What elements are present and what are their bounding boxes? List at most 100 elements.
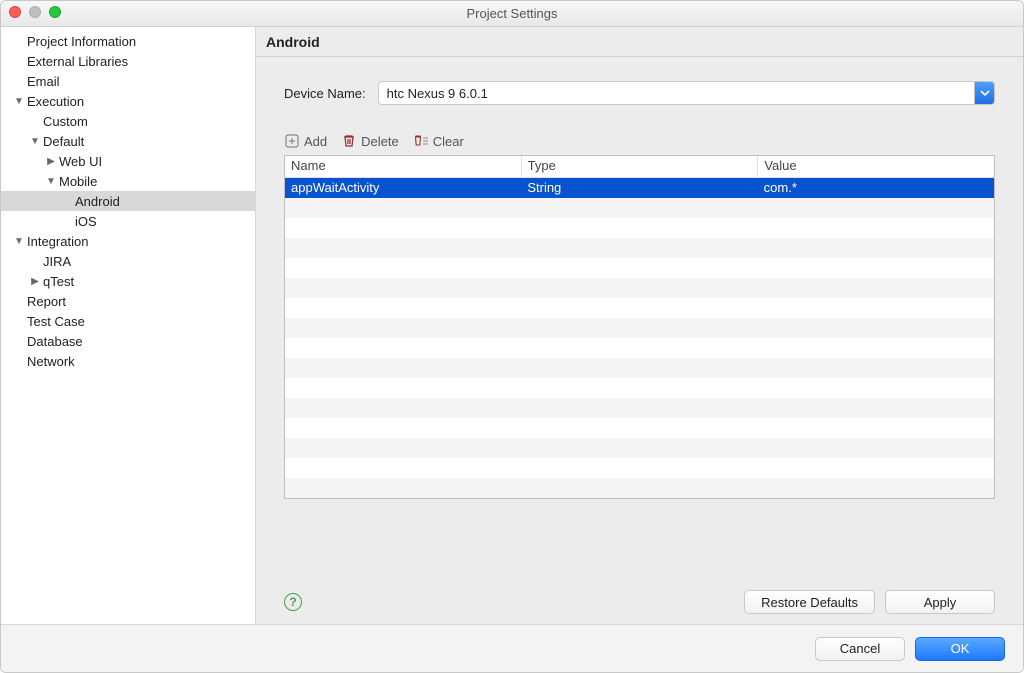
- cell-type: String: [521, 178, 757, 198]
- sidebar-item-android[interactable]: Android: [1, 191, 255, 211]
- titlebar: Project Settings: [1, 1, 1023, 27]
- sidebar-item-label: JIRA: [43, 254, 71, 269]
- chevron-down-icon[interactable]: ▼: [45, 176, 57, 187]
- table-row[interactable]: [285, 318, 994, 338]
- page-title: Android: [256, 27, 1023, 57]
- cell-name: appWaitActivity: [285, 178, 521, 198]
- settings-tree[interactable]: Project Information External Libraries Ema…: [1, 31, 255, 371]
- sidebar-item-external-libraries[interactable]: External Libraries: [1, 51, 255, 71]
- table-row[interactable]: [285, 198, 994, 218]
- zoom-window-icon[interactable]: [49, 6, 61, 18]
- window-title: Project Settings: [1, 6, 1023, 21]
- chevron-down-icon[interactable]: ▼: [13, 96, 25, 107]
- minimize-window-icon[interactable]: [29, 6, 41, 18]
- close-window-icon[interactable]: [9, 6, 21, 18]
- add-button[interactable]: Add: [284, 133, 327, 149]
- dialog-footer: Cancel OK: [1, 624, 1023, 672]
- content-split: Project Information External Libraries Ema…: [1, 27, 1023, 624]
- table-row[interactable]: [285, 418, 994, 438]
- sidebar-item-label: Test Case: [27, 314, 85, 329]
- capabilities-table: Name Type Value appWaitActivityStringcom…: [284, 155, 995, 499]
- device-name-combo[interactable]: htc Nexus 9 6.0.1: [378, 81, 995, 105]
- sidebar-item-integration[interactable]: ▼Integration: [1, 231, 255, 251]
- delete-label: Delete: [361, 134, 399, 149]
- sidebar-item-label: Android: [75, 194, 120, 209]
- cancel-button[interactable]: Cancel: [815, 637, 905, 661]
- col-type[interactable]: Type: [522, 156, 759, 177]
- apply-button[interactable]: Apply: [885, 590, 995, 614]
- sidebar-item-label: Database: [27, 334, 83, 349]
- table-row[interactable]: [285, 298, 994, 318]
- clear-label: Clear: [433, 134, 464, 149]
- sidebar-item-email[interactable]: Email: [1, 71, 255, 91]
- col-name[interactable]: Name: [285, 156, 522, 177]
- add-label: Add: [304, 134, 327, 149]
- sidebar-item-label: qTest: [43, 274, 74, 289]
- window-controls: [9, 6, 61, 18]
- sidebar-item-label: Network: [27, 354, 75, 369]
- sidebar-item-default[interactable]: ▼Default: [1, 131, 255, 151]
- sidebar-item-report[interactable]: Report: [1, 291, 255, 311]
- device-name-label: Device Name:: [284, 86, 366, 101]
- chevron-down-icon[interactable]: ▼: [29, 136, 41, 147]
- table-toolbar: Add Delete Clear: [284, 133, 995, 149]
- sidebar-item-label: Project Information: [27, 34, 136, 49]
- sidebar-item-label: Execution: [27, 94, 84, 109]
- table-row[interactable]: appWaitActivityStringcom.*: [285, 178, 994, 198]
- chevron-right-icon[interactable]: ▶: [29, 276, 41, 287]
- table-row[interactable]: [285, 478, 994, 498]
- sidebar-item-label: iOS: [75, 214, 97, 229]
- page-actions: ? Restore Defaults Apply: [284, 576, 995, 614]
- sidebar-item-qtest[interactable]: ▶qTest: [1, 271, 255, 291]
- table-header: Name Type Value: [285, 156, 994, 178]
- settings-main: Android Device Name: htc Nexus 9 6.0.1: [256, 27, 1023, 624]
- trash-list-icon: [413, 133, 429, 149]
- sidebar-item-label: Email: [27, 74, 60, 89]
- sidebar-item-ios[interactable]: iOS: [1, 211, 255, 231]
- table-row[interactable]: [285, 398, 994, 418]
- table-row[interactable]: [285, 238, 994, 258]
- table-row[interactable]: [285, 438, 994, 458]
- sidebar-item-database[interactable]: Database: [1, 331, 255, 351]
- delete-button[interactable]: Delete: [341, 133, 399, 149]
- sidebar-item-web-ui[interactable]: ▶Web UI: [1, 151, 255, 171]
- page-body: Device Name: htc Nexus 9 6.0.1 Add: [256, 57, 1023, 624]
- sidebar-item-label: Report: [27, 294, 66, 309]
- sidebar-item-test-case[interactable]: Test Case: [1, 311, 255, 331]
- chevron-down-icon[interactable]: [974, 82, 994, 104]
- sidebar-item-jira[interactable]: JIRA: [1, 251, 255, 271]
- table-row[interactable]: [285, 218, 994, 238]
- ok-button[interactable]: OK: [915, 637, 1005, 661]
- device-name-row: Device Name: htc Nexus 9 6.0.1: [284, 81, 995, 105]
- cell-value: com.*: [758, 178, 994, 198]
- sidebar-item-label: Integration: [27, 234, 88, 249]
- chevron-right-icon[interactable]: ▶: [45, 156, 57, 167]
- table-row[interactable]: [285, 378, 994, 398]
- clear-button[interactable]: Clear: [413, 133, 464, 149]
- restore-defaults-button[interactable]: Restore Defaults: [744, 590, 875, 614]
- table-body[interactable]: appWaitActivityStringcom.*: [285, 178, 994, 498]
- table-row[interactable]: [285, 338, 994, 358]
- sidebar-item-label: External Libraries: [27, 54, 128, 69]
- table-row[interactable]: [285, 258, 994, 278]
- table-row[interactable]: [285, 458, 994, 478]
- sidebar-item-label: Mobile: [59, 174, 97, 189]
- col-value[interactable]: Value: [758, 156, 994, 177]
- help-icon[interactable]: ?: [284, 593, 302, 611]
- sidebar-item-label: Default: [43, 134, 84, 149]
- sidebar-item-network[interactable]: Network: [1, 351, 255, 371]
- sidebar-item-label: Web UI: [59, 154, 102, 169]
- settings-sidebar: Project Information External Libraries Ema…: [1, 27, 256, 624]
- sidebar-item-mobile[interactable]: ▼Mobile: [1, 171, 255, 191]
- plus-icon: [284, 133, 300, 149]
- device-name-value: htc Nexus 9 6.0.1: [379, 86, 974, 101]
- sidebar-item-project-information[interactable]: Project Information: [1, 31, 255, 51]
- table-row[interactable]: [285, 358, 994, 378]
- chevron-down-icon[interactable]: ▼: [13, 236, 25, 247]
- trash-icon: [341, 133, 357, 149]
- sidebar-item-execution[interactable]: ▼Execution: [1, 91, 255, 111]
- sidebar-item-custom[interactable]: Custom: [1, 111, 255, 131]
- sidebar-item-label: Custom: [43, 114, 88, 129]
- table-row[interactable]: [285, 278, 994, 298]
- project-settings-window: Project Settings Project Information Exte…: [0, 0, 1024, 673]
